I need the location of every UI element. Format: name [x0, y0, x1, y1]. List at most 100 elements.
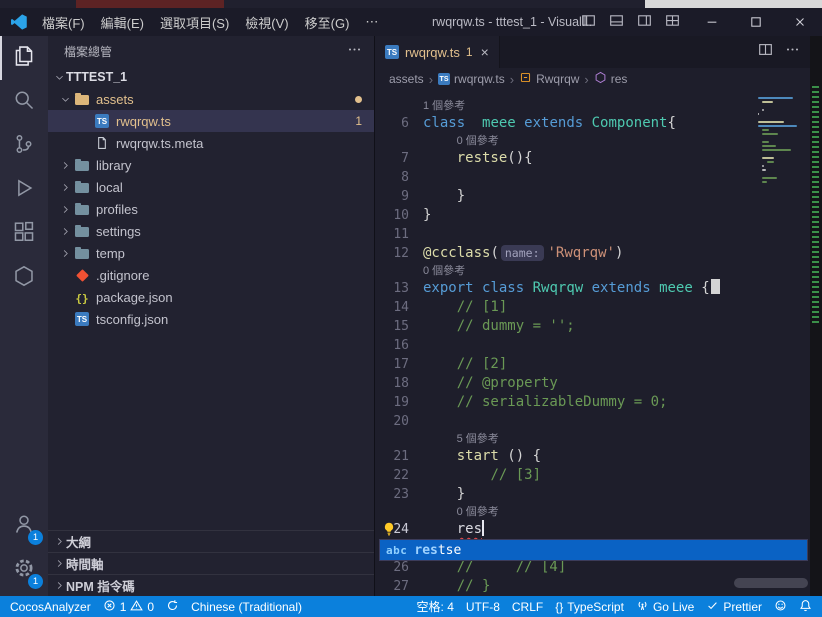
status-notifications[interactable]	[793, 596, 818, 617]
sidebar-panel-NPM 指令碼[interactable]: NPM 指令碼	[48, 574, 374, 596]
code-line-14[interactable]: 14 // [1]	[375, 298, 810, 317]
code-line-21[interactable]: 21 start () {	[375, 447, 810, 466]
menu-S[interactable]: 選取項目(S)	[152, 8, 237, 36]
line-number[interactable]: 12	[375, 244, 409, 263]
code-line-23[interactable]: 23 }	[375, 485, 810, 504]
status-feedback[interactable]	[768, 596, 793, 617]
line-number[interactable]: 13	[375, 279, 409, 298]
codelens-references[interactable]: 0 個參考	[375, 263, 810, 279]
line-number[interactable]: 15	[375, 317, 409, 336]
line-number[interactable]: 27	[375, 577, 409, 596]
line-number[interactable]: 10	[375, 206, 409, 225]
code-line-9[interactable]: 9 }	[375, 187, 810, 206]
code-line-19[interactable]: 19 // serializableDummy = 0;	[375, 393, 810, 412]
tab-rwqrqw-ts[interactable]: rwqrqw.ts 1 ×	[375, 36, 500, 68]
status-cocos-analyzer[interactable]: CocosAnalyzer	[4, 596, 97, 617]
tree-item-.gitignore[interactable]: .gitignore	[48, 264, 374, 286]
sidebar-panel-時間軸[interactable]: 時間軸	[48, 552, 374, 574]
status-indentation[interactable]: 空格: 4	[411, 596, 460, 617]
line-number[interactable]: 9	[375, 187, 409, 206]
menu-F[interactable]: 檔案(F)	[34, 8, 93, 36]
activity-search[interactable]	[0, 80, 48, 124]
code-line-18[interactable]: 18 // @property	[375, 374, 810, 393]
sidebar-panel-大綱[interactable]: 大綱	[48, 530, 374, 552]
status-prettier[interactable]: Prettier	[700, 596, 768, 617]
code-line-24[interactable]: 24 res	[375, 520, 810, 539]
tree-item-profiles[interactable]: profiles	[48, 198, 374, 220]
line-number[interactable]: 21	[375, 447, 409, 466]
tree-item-tsconfig.json[interactable]: tsconfig.json	[48, 308, 374, 330]
line-number[interactable]: 20	[375, 412, 409, 431]
toggle-sidebar-icon[interactable]	[581, 13, 596, 31]
line-number[interactable]: 16	[375, 336, 409, 355]
code-line-8[interactable]: 8	[375, 168, 810, 187]
activity-extensions[interactable]	[0, 212, 48, 256]
minimize-button[interactable]	[690, 8, 734, 36]
line-number[interactable]: 19	[375, 393, 409, 412]
customize-layout-icon[interactable]	[665, 13, 680, 31]
code-editor[interactable]: 1 個參考6class meee extends Component{0 個參考…	[375, 90, 810, 596]
line-number[interactable]: 6	[375, 114, 409, 133]
tree-item-rwqrqw.ts[interactable]: rwqrqw.ts1	[48, 110, 374, 132]
codelens-references[interactable]: 1 個參考	[375, 98, 810, 114]
more-actions-icon[interactable]	[785, 42, 800, 62]
code-line-17[interactable]: 17 // [2]	[375, 355, 810, 374]
line-number[interactable]: 14	[375, 298, 409, 317]
menu-V[interactable]: 檢視(V)	[237, 8, 296, 36]
activity-run-debug[interactable]	[0, 168, 48, 212]
code-line-11[interactable]: 11	[375, 225, 810, 244]
tree-item-library[interactable]: library	[48, 154, 374, 176]
code-line-6[interactable]: 6class meee extends Component{	[375, 114, 810, 133]
split-editor-icon[interactable]	[758, 42, 773, 62]
activity-explorer[interactable]	[0, 36, 48, 80]
activity-source-control[interactable]	[0, 124, 48, 168]
breadcrumb-res[interactable]: res	[594, 71, 628, 87]
status-language-mode[interactable]: {}TypeScript	[549, 596, 630, 617]
toggle-secondary-sidebar-icon[interactable]	[637, 13, 652, 31]
breadcrumb-assets[interactable]: assets	[389, 72, 424, 86]
status-encoding[interactable]: UTF-8	[460, 596, 506, 617]
toggle-panel-icon[interactable]	[609, 13, 624, 31]
code-line-13[interactable]: 13export class Rwqrqw extends meee {	[375, 279, 810, 298]
line-number[interactable]: 11	[375, 225, 409, 244]
minimap[interactable]	[758, 96, 802, 184]
breadcrumb-rwqrqw.ts[interactable]: rwqrqw.ts	[438, 72, 505, 86]
line-number[interactable]: 17	[375, 355, 409, 374]
status-sync[interactable]	[160, 596, 185, 617]
tree-item-package.json[interactable]: package.json	[48, 286, 374, 308]
code-line-7[interactable]: 7 restse(){	[375, 149, 810, 168]
status-language-indicator[interactable]: Chinese (Traditional)	[185, 596, 308, 617]
codelens-references[interactable]: 0 個參考	[375, 133, 810, 149]
line-number[interactable]: 23	[375, 485, 409, 504]
horizontal-scrollbar[interactable]	[734, 578, 808, 588]
suggest-item-restse[interactable]: abc restse	[380, 540, 807, 560]
menu-E[interactable]: 編輯(E)	[93, 8, 152, 36]
activity-accounts[interactable]: 1	[0, 504, 48, 548]
codelens-references[interactable]: 0 個參考	[375, 504, 810, 520]
menu-G[interactable]: 移至(G)	[297, 8, 358, 36]
tree-item-local[interactable]: local	[48, 176, 374, 198]
status-problems[interactable]: 10	[97, 596, 160, 617]
status-go-live[interactable]: Go Live	[630, 596, 700, 617]
breadcrumb-Rwqrqw[interactable]: Rwqrqw	[519, 71, 579, 87]
activity-settings[interactable]: 1	[0, 548, 48, 592]
lightbulb-icon[interactable]	[381, 521, 397, 537]
activity-cocos-plugin[interactable]	[0, 256, 48, 300]
menu-⋯[interactable]: ⋯	[357, 8, 386, 36]
line-number[interactable]: 22	[375, 466, 409, 485]
code-line-15[interactable]: 15 // dummy = '';	[375, 317, 810, 336]
explorer-more-actions-icon[interactable]	[347, 42, 362, 60]
code-line-22[interactable]: 22 // [3]	[375, 466, 810, 485]
tree-item-settings[interactable]: settings	[48, 220, 374, 242]
tab-close-icon[interactable]: ×	[481, 44, 489, 60]
code-line-12[interactable]: 12@ccclass(name:'Rwqrqw')	[375, 244, 810, 263]
status-eol[interactable]: CRLF	[506, 596, 549, 617]
code-line-16[interactable]: 16	[375, 336, 810, 355]
tree-item-rwqrqw.ts.meta[interactable]: rwqrqw.ts.meta	[48, 132, 374, 154]
code-line-10[interactable]: 10}	[375, 206, 810, 225]
codelens-references[interactable]: 5 個參考	[375, 431, 810, 447]
code-line-20[interactable]: 20	[375, 412, 810, 431]
close-button[interactable]	[778, 8, 822, 36]
line-number[interactable]: 8	[375, 168, 409, 187]
tree-item-assets[interactable]: assets	[48, 88, 374, 110]
